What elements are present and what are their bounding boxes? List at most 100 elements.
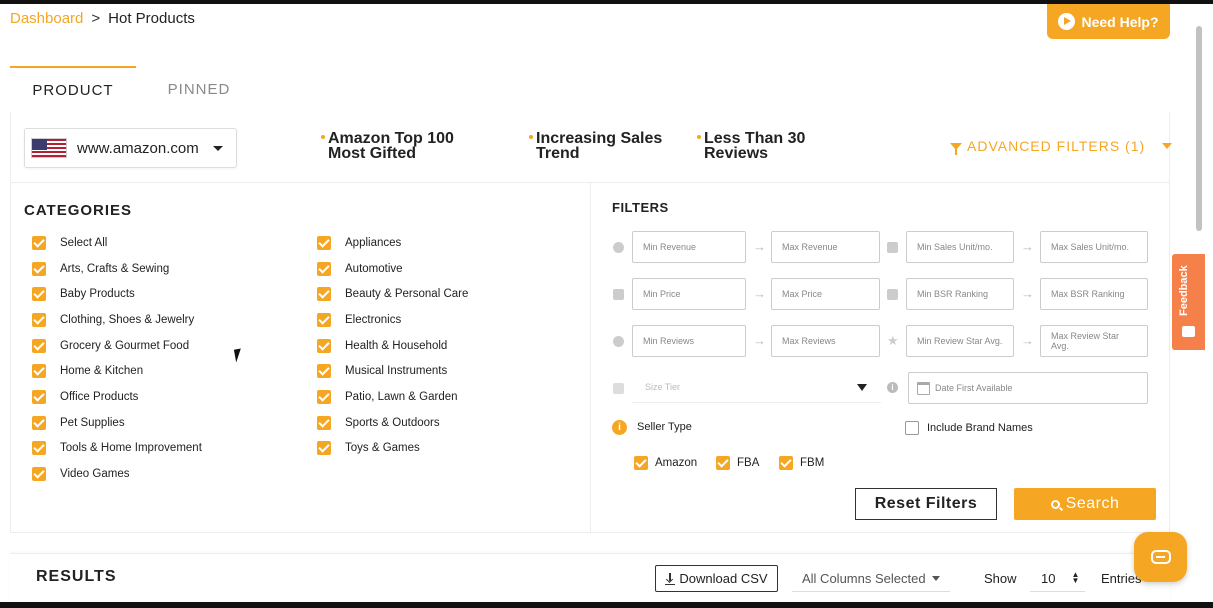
page-scrollbar[interactable] — [1196, 26, 1202, 231]
checkbox-checked-icon — [317, 416, 331, 430]
category-checkbox[interactable]: Grocery & Gourmet Food — [32, 339, 189, 353]
tab-bar: PRODUCT PINNED — [10, 66, 262, 112]
advanced-filters-toggle[interactable]: ADVANCED FILTERS (1) — [950, 138, 1173, 155]
divider — [590, 183, 591, 533]
seller-type-fbm[interactable]: FBM — [779, 456, 824, 470]
arrow-right-icon: → — [1021, 239, 1034, 254]
min-reviews-input[interactable]: Min Reviews — [632, 325, 746, 357]
category-checkbox[interactable]: Clothing, Shoes & Jewelry — [32, 313, 194, 327]
category-checkbox[interactable]: Patio, Lawn & Garden — [317, 390, 458, 404]
columns-select-value: All Columns Selected — [802, 570, 926, 586]
max-reviews-input[interactable]: Max Reviews — [771, 325, 880, 357]
info-icon[interactable]: i — [887, 382, 898, 393]
min-revenue-input[interactable]: Min Revenue — [632, 231, 746, 263]
quick-filter-top-100-gifted[interactable]: Amazon Top 100 Most Gifted — [321, 130, 454, 162]
checkbox-checked-icon — [317, 339, 331, 353]
size-tier-select[interactable]: Size Tier — [632, 372, 881, 403]
category-checkbox[interactable]: Tools & Home Improvement — [32, 441, 202, 455]
seller-type-amazon[interactable]: Amazon — [634, 456, 697, 470]
feedback-tab[interactable]: Feedback — [1172, 254, 1205, 350]
need-help-button[interactable]: Need Help? — [1047, 4, 1170, 39]
chat-icon — [613, 336, 624, 347]
columns-select[interactable]: All Columns Selected — [792, 565, 950, 592]
include-brand-checkbox[interactable]: Include Brand Names — [905, 421, 1033, 435]
category-checkbox[interactable]: Appliances — [317, 236, 401, 250]
seller-type-fba[interactable]: FBA — [716, 456, 759, 470]
max-star-avg-input[interactable]: Max Review Star Avg. — [1040, 325, 1148, 357]
cart-icon — [887, 242, 898, 253]
breadcrumb-current: Hot Products — [108, 10, 195, 27]
category-checkbox[interactable]: Select All — [32, 236, 107, 250]
chevron-down-icon — [857, 384, 867, 391]
max-sales-input[interactable]: Max Sales Unit/mo. — [1040, 231, 1148, 263]
category-checkbox[interactable]: Musical Instruments — [317, 364, 447, 378]
seller-type-label-fba: FBA — [737, 457, 760, 469]
category-checkbox[interactable]: Beauty & Personal Care — [317, 287, 468, 301]
quick-filter-line2: Reviews — [704, 145, 769, 162]
category-checkbox[interactable]: Home & Kitchen — [32, 364, 143, 378]
category-checkbox[interactable]: Arts, Crafts & Sewing — [32, 262, 169, 276]
max-revenue-input[interactable]: Max Revenue — [771, 231, 880, 263]
min-bsr-input[interactable]: Min BSR Ranking — [906, 278, 1014, 310]
min-price-input[interactable]: Min Price — [632, 278, 746, 310]
category-label: Arts, Crafts & Sewing — [60, 263, 170, 275]
chat-icon — [1150, 550, 1171, 564]
info-icon[interactable]: i — [612, 420, 627, 435]
entries-value: 10 — [1041, 570, 1056, 586]
max-bsr-input[interactable]: Max BSR Ranking — [1040, 278, 1148, 310]
category-checkbox[interactable]: Electronics — [317, 313, 401, 327]
checkbox-checked-icon — [317, 287, 331, 301]
checkbox-checked-icon — [779, 456, 793, 470]
category-label: Health & Household — [345, 340, 448, 352]
trophy-icon — [887, 289, 898, 300]
advanced-filters-label: ADVANCED FILTERS (1) — [967, 138, 1146, 154]
download-csv-button[interactable]: Download CSV — [655, 565, 778, 592]
category-checkbox[interactable]: Sports & Outdoors — [317, 416, 440, 430]
category-checkbox[interactable]: Toys & Games — [317, 441, 420, 455]
checkbox-checked-icon — [317, 236, 331, 250]
quick-filter-few-reviews[interactable]: Less Than 30 Reviews — [697, 131, 805, 162]
category-checkbox[interactable]: Automotive — [317, 262, 403, 276]
arrow-right-icon: → — [753, 286, 766, 301]
category-checkbox[interactable]: Office Products — [32, 390, 138, 404]
category-label: Appliances — [345, 237, 402, 249]
search-button[interactable]: Search — [1014, 488, 1156, 520]
price-tag-icon — [613, 289, 624, 300]
entries-select[interactable]: 10 ▲ ▼ — [1030, 565, 1085, 592]
results-title: RESULTS — [36, 568, 117, 585]
date-first-available-input[interactable]: Date First Available — [908, 372, 1148, 404]
chat-widget-button[interactable] — [1134, 532, 1187, 582]
us-flag-icon — [31, 138, 67, 158]
marketplace-select[interactable]: www.amazon.com — [24, 128, 237, 168]
star-icon: ★ — [887, 333, 899, 348]
tab-product[interactable]: PRODUCT — [10, 66, 136, 112]
feedback-icon — [1182, 326, 1195, 337]
checkbox-checked-icon — [32, 262, 46, 276]
breadcrumb-dashboard-link[interactable]: Dashboard — [10, 10, 83, 27]
min-sales-input[interactable]: Min Sales Unit/mo. — [906, 231, 1014, 263]
quick-filter-line1: Amazon Top 100 — [328, 130, 454, 147]
chevron-down-icon — [1162, 143, 1173, 149]
search-icon — [1050, 499, 1060, 509]
size-tier-placeholder: Size Tier — [645, 382, 681, 392]
quick-filter-line2: Trend — [536, 145, 580, 162]
size-icon — [613, 383, 624, 394]
play-icon — [1058, 13, 1076, 30]
reset-filters-button[interactable]: Reset Filters — [855, 488, 997, 520]
tab-pinned[interactable]: PINNED — [136, 66, 262, 112]
filters-title: FILTERS — [612, 200, 669, 215]
checkbox-checked-icon — [317, 441, 331, 455]
need-help-label: Need Help? — [1081, 13, 1159, 30]
category-checkbox[interactable]: Video Games — [32, 467, 129, 481]
breadcrumb: Dashboard > Hot Products — [10, 10, 195, 27]
checkbox-checked-icon — [716, 456, 730, 470]
min-star-avg-input[interactable]: Min Review Star Avg. — [906, 325, 1014, 357]
seller-type-label-amazon: Amazon — [655, 457, 698, 469]
category-checkbox[interactable]: Health & Household — [317, 339, 447, 353]
max-price-input[interactable]: Max Price — [771, 278, 880, 310]
checkbox-checked-icon — [317, 262, 331, 276]
category-checkbox[interactable]: Pet Supplies — [32, 416, 125, 430]
quick-filter-increasing-sales[interactable]: Increasing Sales Trend — [529, 131, 662, 162]
category-checkbox[interactable]: Baby Products — [32, 287, 135, 301]
categories-title: CATEGORIES — [24, 202, 133, 219]
